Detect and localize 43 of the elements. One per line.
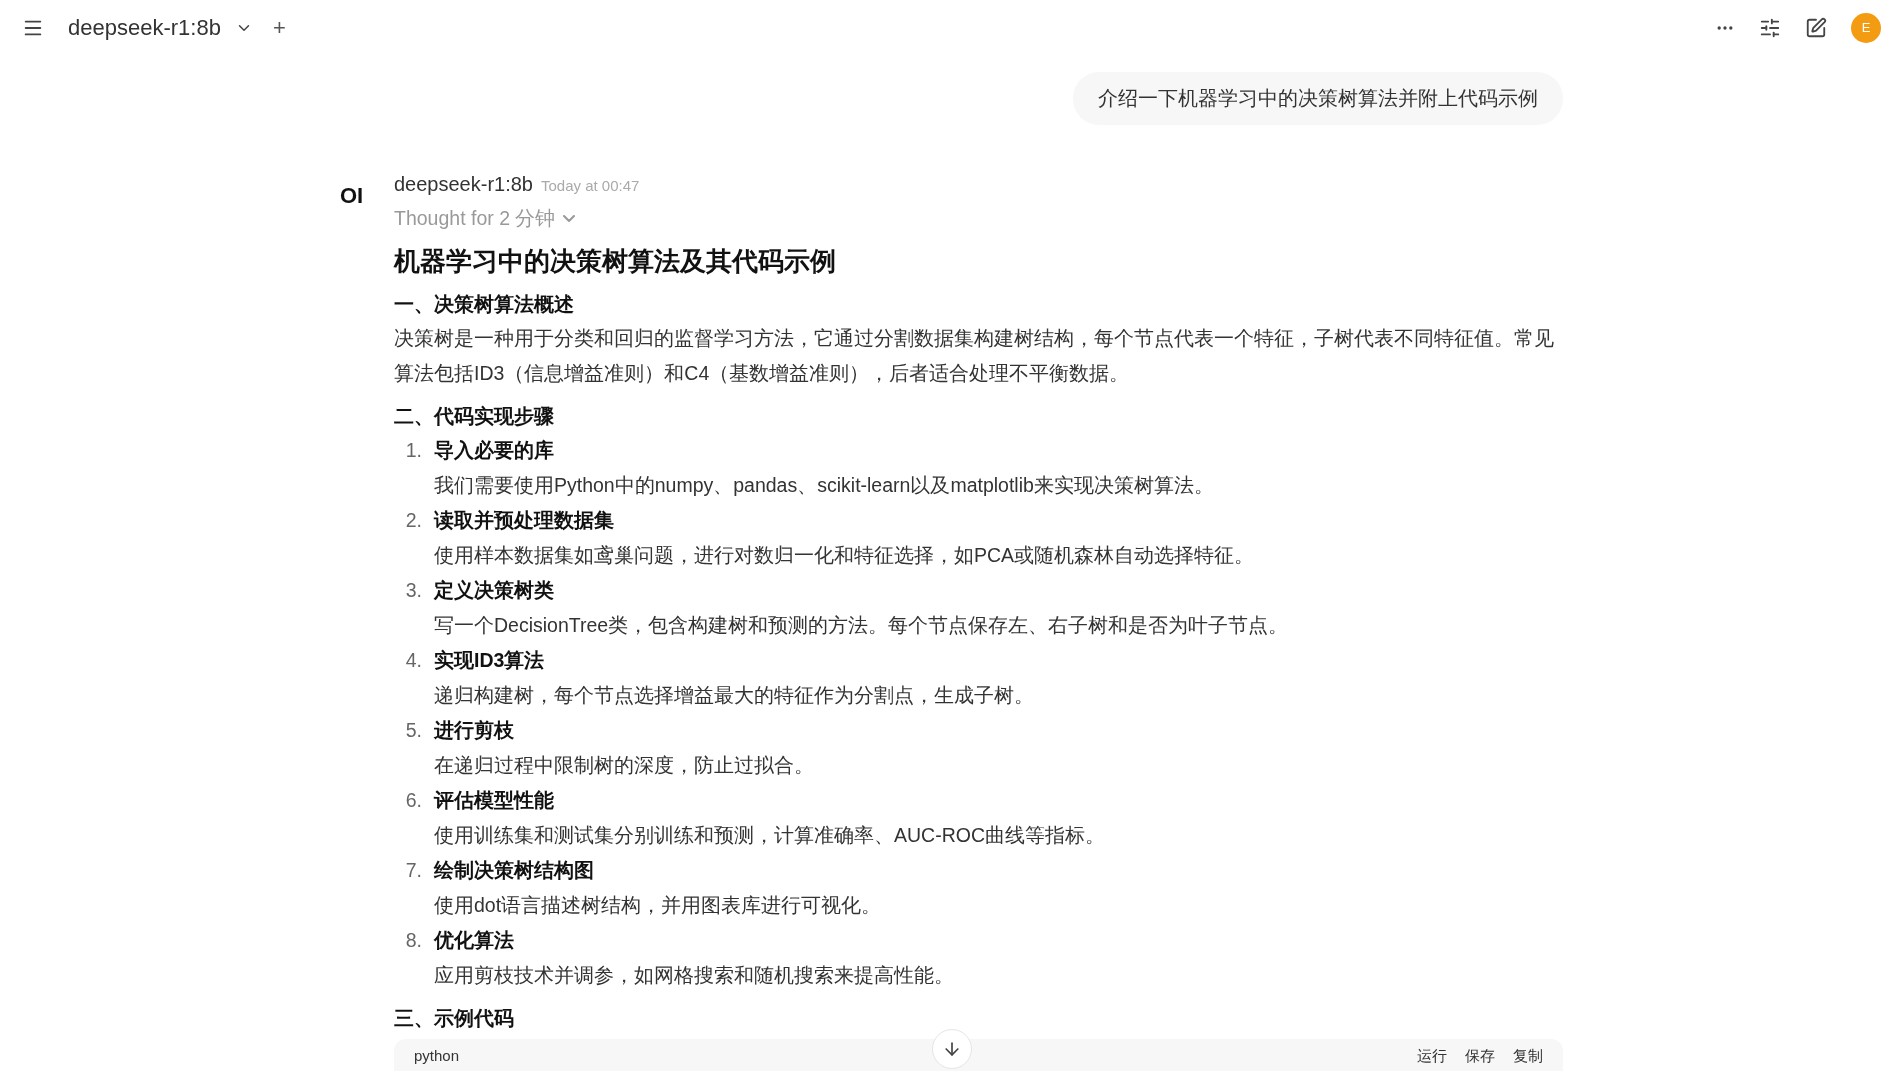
step-title: 评估模型性能	[434, 788, 555, 813]
list-number: 1.	[404, 438, 423, 463]
chevron-down-icon	[563, 214, 576, 223]
code-action-button[interactable]: 复制	[1513, 1047, 1543, 1066]
code-action-button[interactable]: 保存	[1465, 1047, 1495, 1066]
list-number: 5.	[404, 718, 423, 743]
list-number: 2.	[404, 508, 423, 533]
step-title: 定义决策树类	[434, 578, 555, 603]
list-number: 4.	[404, 648, 423, 673]
list-number: 8.	[404, 928, 423, 953]
user-message: 介绍一下机器学习中的决策树算法并附上代码示例	[1073, 72, 1563, 125]
paragraph: 决策树是一种用于分类和回归的监督学习方法，它通过分割数据集构建树结构，每个节点代表一个特征，子树代表不同特征值。常见算法包括ID3（信息增益准则）和C4（基数增益准则），后者适合处理不平衡数据。	[394, 326, 1555, 386]
step-description: 应用剪枝技术并调参，如网格搜索和随机搜索来提高性能。	[434, 963, 955, 988]
edit-icon[interactable]	[1805, 16, 1827, 39]
code-action-button[interactable]: 运行	[1417, 1047, 1447, 1066]
list-number: 3.	[404, 578, 423, 603]
step-title: 优化算法	[434, 928, 515, 953]
code-language: python	[414, 1047, 460, 1064]
section-heading: 一、决策树算法概述	[394, 292, 574, 317]
step-description: 写一个DecisionTree类，包含构建树和预测的方法。每个节点保存左、右子树和是否为叶子节点。	[434, 613, 1290, 638]
step-title: 导入必要的库	[434, 438, 555, 463]
step-description: 我们需要使用Python中的numpy、pandas、scikit-learn以及matplotlib来实现决策树算法。	[434, 473, 1215, 498]
message-time: Today at 00:47	[541, 177, 640, 194]
list-number: 6.	[404, 788, 423, 813]
step-title: 绘制决策树结构图	[434, 858, 595, 883]
settings-icon[interactable]	[1759, 16, 1781, 39]
step-description: 使用dot语言描述树结构，并用图表库进行可视化。	[434, 893, 883, 918]
step-description: 使用训练集和测试集分别训练和预测，计算准确率、AUC-ROC曲线等指标。	[434, 823, 1106, 848]
step-description: 在递归过程中限制树的深度，防止过拟合。	[434, 753, 815, 778]
answer-title: 机器学习中的决策树算法及其代码示例	[394, 246, 837, 277]
model-selector[interactable]: deepseek-r1:8b	[68, 14, 221, 41]
model-logo: OI	[339, 182, 365, 210]
step-title: 实现ID3算法	[434, 648, 546, 673]
section-heading: 三、示例代码	[394, 1006, 514, 1031]
model-name: deepseek-r1:8b	[394, 173, 533, 196]
step-title: 读取并预处理数据集	[434, 508, 615, 533]
step-title: 进行剪枝	[434, 718, 515, 743]
new-model-button[interactable]: +	[272, 14, 286, 41]
step-description: 使用样本数据集如鸢巢问题，进行对数归一化和特征选择，如PCA或随机森林自动选择特征。	[434, 543, 1256, 568]
step-description: 递归构建树，每个节点选择增益最大的特征作为分割点，生成子树。	[434, 683, 1035, 708]
scroll-down-button[interactable]	[932, 1029, 972, 1069]
section-heading: 二、代码实现步骤	[394, 404, 554, 429]
list-number: 7.	[404, 858, 423, 883]
